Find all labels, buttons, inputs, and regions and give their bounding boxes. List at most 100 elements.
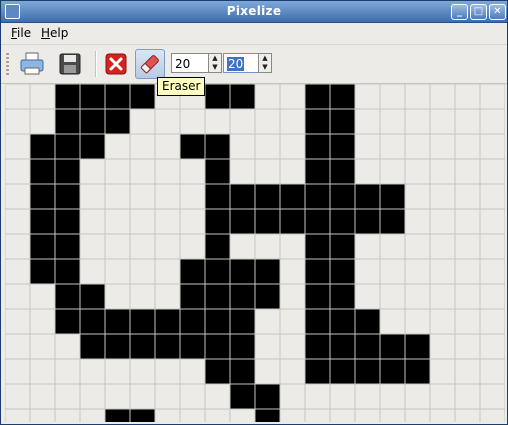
pixel-empty[interactable] <box>479 233 505 260</box>
pixel-empty[interactable] <box>379 108 406 135</box>
pixel-empty[interactable] <box>454 233 481 260</box>
pixel-filled[interactable] <box>79 333 106 360</box>
pixel-empty[interactable] <box>29 108 56 135</box>
pixel-filled[interactable] <box>329 158 356 185</box>
pixel-filled[interactable] <box>204 233 231 260</box>
pixel-filled[interactable] <box>29 208 56 235</box>
pixel-empty[interactable] <box>129 183 156 210</box>
pixel-empty[interactable] <box>429 408 456 422</box>
pixel-empty[interactable] <box>54 333 81 360</box>
pixel-filled[interactable] <box>179 133 206 160</box>
pixel-empty[interactable] <box>229 108 256 135</box>
pixel-filled[interactable] <box>304 258 331 285</box>
pixel-empty[interactable] <box>29 333 56 360</box>
pixel-filled[interactable] <box>129 84 156 110</box>
pixel-empty[interactable] <box>204 108 231 135</box>
pixel-empty[interactable] <box>429 358 456 385</box>
pixel-empty[interactable] <box>304 408 331 422</box>
pixel-filled[interactable] <box>404 333 431 360</box>
pixel-filled[interactable] <box>154 333 181 360</box>
pixel-empty[interactable] <box>54 383 81 410</box>
pixel-empty[interactable] <box>229 233 256 260</box>
pixel-empty[interactable] <box>429 133 456 160</box>
pixel-empty[interactable] <box>54 408 81 422</box>
pixel-empty[interactable] <box>454 133 481 160</box>
pixel-empty[interactable] <box>104 383 131 410</box>
menu-file[interactable]: File <box>11 26 31 40</box>
pixel-empty[interactable] <box>154 358 181 385</box>
pixel-empty[interactable] <box>179 408 206 422</box>
pixel-empty[interactable] <box>429 383 456 410</box>
pixel-filled[interactable] <box>254 408 281 422</box>
pixel-empty[interactable] <box>479 408 505 422</box>
pixel-filled[interactable] <box>79 84 106 110</box>
pixel-empty[interactable] <box>79 258 106 285</box>
pixel-empty[interactable] <box>29 408 56 422</box>
pixel-canvas[interactable] <box>5 84 505 422</box>
pixel-filled[interactable] <box>279 183 306 210</box>
pixel-empty[interactable] <box>379 233 406 260</box>
pixel-empty[interactable] <box>104 133 131 160</box>
pixel-empty[interactable] <box>479 84 505 110</box>
pixel-filled[interactable] <box>379 208 406 235</box>
pixel-empty[interactable] <box>279 333 306 360</box>
pixel-empty[interactable] <box>154 233 181 260</box>
pixel-empty[interactable] <box>129 358 156 385</box>
pixel-empty[interactable] <box>279 108 306 135</box>
pixel-filled[interactable] <box>229 383 256 410</box>
pixel-empty[interactable] <box>354 108 381 135</box>
pixel-empty[interactable] <box>429 183 456 210</box>
pixel-filled[interactable] <box>204 358 231 385</box>
pixel-empty[interactable] <box>5 308 31 335</box>
pixel-empty[interactable] <box>79 408 106 422</box>
pixel-empty[interactable] <box>154 258 181 285</box>
pixel-filled[interactable] <box>304 158 331 185</box>
pixel-filled[interactable] <box>304 358 331 385</box>
pixel-filled[interactable] <box>354 183 381 210</box>
pixel-empty[interactable] <box>404 183 431 210</box>
pixel-filled[interactable] <box>204 308 231 335</box>
pixel-empty[interactable] <box>129 283 156 310</box>
pixel-empty[interactable] <box>254 308 281 335</box>
pixel-empty[interactable] <box>54 358 81 385</box>
pixel-filled[interactable] <box>254 258 281 285</box>
pixel-empty[interactable] <box>29 308 56 335</box>
pixel-empty[interactable] <box>479 258 505 285</box>
pixel-empty[interactable] <box>104 158 131 185</box>
pixel-empty[interactable] <box>479 208 505 235</box>
pixel-empty[interactable] <box>5 158 31 185</box>
pixel-filled[interactable] <box>204 283 231 310</box>
pixel-filled[interactable] <box>329 108 356 135</box>
pixel-filled[interactable] <box>354 358 381 385</box>
save-button[interactable] <box>55 49 85 79</box>
pixel-empty[interactable] <box>254 84 281 110</box>
pixel-empty[interactable] <box>279 84 306 110</box>
pixel-filled[interactable] <box>204 158 231 185</box>
pixel-empty[interactable] <box>404 408 431 422</box>
pixel-filled[interactable] <box>304 183 331 210</box>
pixel-empty[interactable] <box>229 408 256 422</box>
pixel-filled[interactable] <box>329 358 356 385</box>
pixel-filled[interactable] <box>129 408 156 422</box>
pixel-empty[interactable] <box>179 158 206 185</box>
pixel-empty[interactable] <box>79 208 106 235</box>
pixel-empty[interactable] <box>404 308 431 335</box>
pixel-filled[interactable] <box>304 108 331 135</box>
pixel-empty[interactable] <box>254 358 281 385</box>
pixel-empty[interactable] <box>404 383 431 410</box>
pixel-empty[interactable] <box>329 383 356 410</box>
pixel-filled[interactable] <box>329 283 356 310</box>
pixel-empty[interactable] <box>279 408 306 422</box>
pixel-empty[interactable] <box>154 133 181 160</box>
pixel-filled[interactable] <box>229 258 256 285</box>
pixel-filled[interactable] <box>104 84 131 110</box>
pixel-empty[interactable] <box>429 308 456 335</box>
pixel-empty[interactable] <box>304 383 331 410</box>
pixel-empty[interactable] <box>279 233 306 260</box>
spin-up-icon[interactable]: ▲ <box>209 54 221 63</box>
pixel-empty[interactable] <box>79 158 106 185</box>
pixel-empty[interactable] <box>279 283 306 310</box>
pixel-filled[interactable] <box>354 208 381 235</box>
width-spinner-arrows[interactable]: ▲ ▼ <box>208 53 222 73</box>
pixel-empty[interactable] <box>404 84 431 110</box>
